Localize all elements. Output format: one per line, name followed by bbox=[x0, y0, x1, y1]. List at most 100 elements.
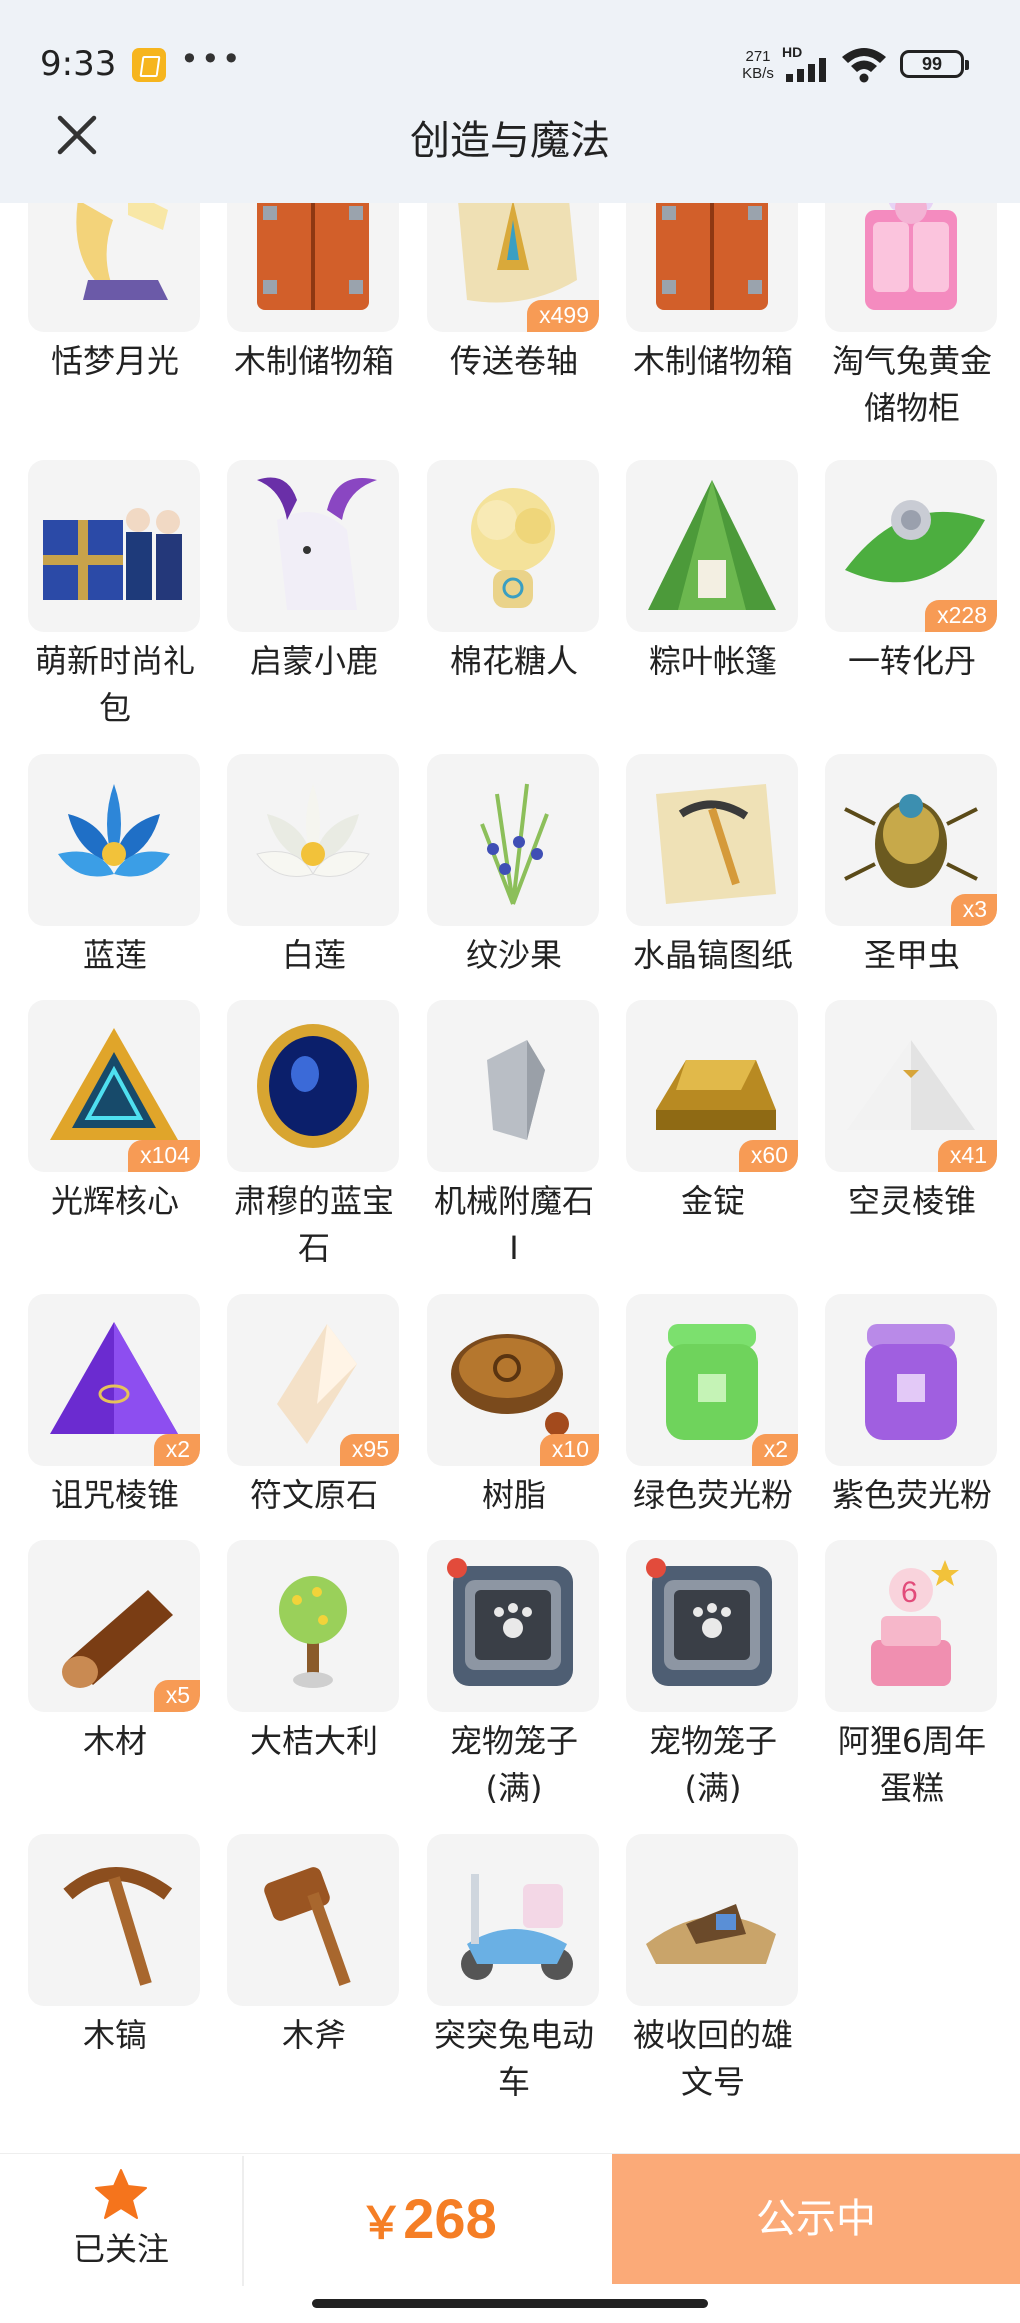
item-label: 木制储物箱 bbox=[233, 342, 394, 380]
quantity-badge: x60 bbox=[738, 1140, 798, 1172]
network-speed: 271 KB/s bbox=[740, 48, 776, 82]
item-label: 木制储物箱 bbox=[632, 342, 793, 380]
item-label: 突突兔电动车 bbox=[433, 2016, 594, 2101]
item-thumbnail bbox=[626, 1540, 798, 1712]
item-label: 金锭 bbox=[680, 1182, 745, 1220]
item-thumbnail bbox=[28, 754, 200, 926]
item-label: 被收回的雄 文号 bbox=[632, 2016, 793, 2101]
item-thumbnail bbox=[626, 754, 798, 926]
item-thumbnail: x104 bbox=[28, 1000, 200, 1172]
item-thumbnail bbox=[427, 1540, 599, 1712]
item-label: 水晶镐图纸 bbox=[632, 936, 793, 974]
signal-icon bbox=[786, 58, 826, 82]
item-thumbnail bbox=[626, 460, 798, 632]
item-label: 蓝莲 bbox=[82, 936, 147, 974]
more-notifications-icon: ••• bbox=[180, 40, 243, 78]
white-deer-icon bbox=[257, 477, 377, 610]
item-thumbnail: x2 bbox=[626, 1294, 798, 1466]
item-thumbnail bbox=[227, 203, 399, 332]
item-grid: 恬梦月光 木制储物箱 x499 传送卷轴 木制储物箱 淘气兔黄金 储物柜 萌新时尚礼包启蒙小鹿… bbox=[0, 203, 1020, 2128]
item-label: 启蒙小鹿 bbox=[249, 642, 378, 680]
svg-text:6: 6 bbox=[901, 1576, 918, 1609]
top-header: 9:33 ••• 271 KB/s HD 99 创造与魔法 bbox=[0, 0, 1020, 203]
item-label: 宠物笼子 (满) bbox=[449, 1722, 578, 1807]
pet-cage-icon bbox=[447, 1558, 573, 1686]
item-thumbnail bbox=[427, 754, 599, 926]
item-thumbnail: 6 bbox=[825, 1540, 997, 1712]
item-label: 肃穆的蓝宝石 bbox=[233, 1182, 394, 1267]
item-thumbnail: x499 bbox=[427, 203, 599, 332]
wifi-icon bbox=[842, 48, 886, 83]
item-label: 宠物笼子 (满) bbox=[648, 1722, 777, 1807]
item-thumbnail: x60 bbox=[626, 1000, 798, 1172]
item-thumbnail bbox=[825, 203, 997, 332]
quantity-badge: x2 bbox=[751, 1434, 798, 1466]
network-speed-unit: KB/s bbox=[742, 65, 774, 82]
item-label: 传送卷轴 bbox=[449, 342, 578, 380]
item-thumbnail: x95 bbox=[227, 1294, 399, 1466]
price-currency: ￥ bbox=[359, 2199, 404, 2248]
item-label: 棉花糖人 bbox=[449, 642, 578, 680]
item-thumbnail bbox=[427, 1000, 599, 1172]
leaf-tent-icon bbox=[648, 480, 776, 610]
grey-stone-icon bbox=[487, 1040, 545, 1140]
quantity-badge: x228 bbox=[925, 600, 997, 632]
item-thumbnail bbox=[227, 1540, 399, 1712]
item-label: 阿狸6周年 蛋糕 bbox=[837, 1722, 987, 1807]
item-label: 符文原石 bbox=[249, 1476, 378, 1514]
price-value: 268 bbox=[403, 2187, 497, 2250]
network-speed-value: 271 bbox=[745, 48, 771, 65]
purple-powder-jar-icon bbox=[865, 1324, 957, 1440]
item-thumbnail: x228 bbox=[825, 460, 997, 632]
page-title: 创造与魔法 bbox=[410, 118, 610, 164]
status-time: 9:33 bbox=[40, 44, 117, 84]
item-label: 木材 bbox=[82, 1722, 147, 1760]
item-label: 诅咒棱锥 bbox=[50, 1476, 179, 1514]
item-thumbnail: x41 bbox=[825, 1000, 997, 1172]
quantity-badge: x10 bbox=[539, 1434, 599, 1466]
bottom-action-bar: 已关注 ￥268 公示中 bbox=[0, 2153, 1020, 2323]
item-thumbnail bbox=[28, 1834, 200, 2006]
quantity-badge: x499 bbox=[527, 300, 599, 332]
item-thumbnail bbox=[28, 203, 200, 332]
orange-tree-icon bbox=[279, 1576, 347, 1688]
item-label: 恬梦月光 bbox=[50, 342, 179, 380]
item-label: 纹沙果 bbox=[465, 936, 562, 974]
item-thumbnail: x10 bbox=[427, 1294, 599, 1466]
quantity-badge: x2 bbox=[153, 1434, 200, 1466]
item-label: 紫色荧光粉 bbox=[831, 1476, 992, 1514]
cotton-candy-figure-icon bbox=[471, 488, 555, 608]
public-notice-button[interactable]: 公示中 bbox=[612, 2154, 1020, 2284]
item-label: 圣甲虫 bbox=[863, 936, 960, 974]
item-label: 萌新时尚礼包 bbox=[34, 642, 195, 727]
item-label: 白莲 bbox=[281, 936, 346, 974]
quantity-badge: x95 bbox=[339, 1434, 399, 1466]
berry-plant-icon bbox=[480, 783, 549, 905]
pickaxe-blueprint-icon bbox=[656, 784, 776, 904]
notification-app-icon bbox=[132, 48, 166, 82]
quantity-badge: x41 bbox=[937, 1140, 997, 1172]
item-thumbnail bbox=[227, 460, 399, 632]
follow-button[interactable]: 已关注 bbox=[0, 2154, 242, 2290]
item-thumbnail bbox=[626, 203, 798, 332]
item-thumbnail bbox=[227, 1000, 399, 1172]
item-thumbnail bbox=[227, 754, 399, 926]
home-indicator[interactable] bbox=[312, 2299, 708, 2308]
item-label: 粽叶帐篷 bbox=[648, 642, 777, 680]
quantity-badge: x104 bbox=[128, 1140, 200, 1172]
item-label: 一转化丹 bbox=[847, 642, 976, 680]
battery-indicator: 99 bbox=[900, 50, 969, 78]
item-thumbnail: x3 bbox=[825, 754, 997, 926]
wooden-axe-icon bbox=[264, 1867, 351, 1987]
item-thumbnail bbox=[227, 1834, 399, 2006]
item-label: 光辉核心 bbox=[50, 1182, 179, 1220]
blue-lotus-icon bbox=[58, 784, 170, 877]
pet-cage-icon bbox=[646, 1558, 772, 1686]
shipwreck-icon bbox=[646, 1904, 776, 1964]
wooden-pickaxe-icon bbox=[63, 1867, 173, 1986]
item-thumbnail bbox=[825, 1294, 997, 1466]
wooden-chest-icon bbox=[257, 203, 369, 310]
item-label: 大桔大利 bbox=[249, 1722, 378, 1760]
follow-label: 已关注 bbox=[72, 2230, 169, 2268]
anniversary-cake-icon: 6 bbox=[871, 1560, 959, 1686]
